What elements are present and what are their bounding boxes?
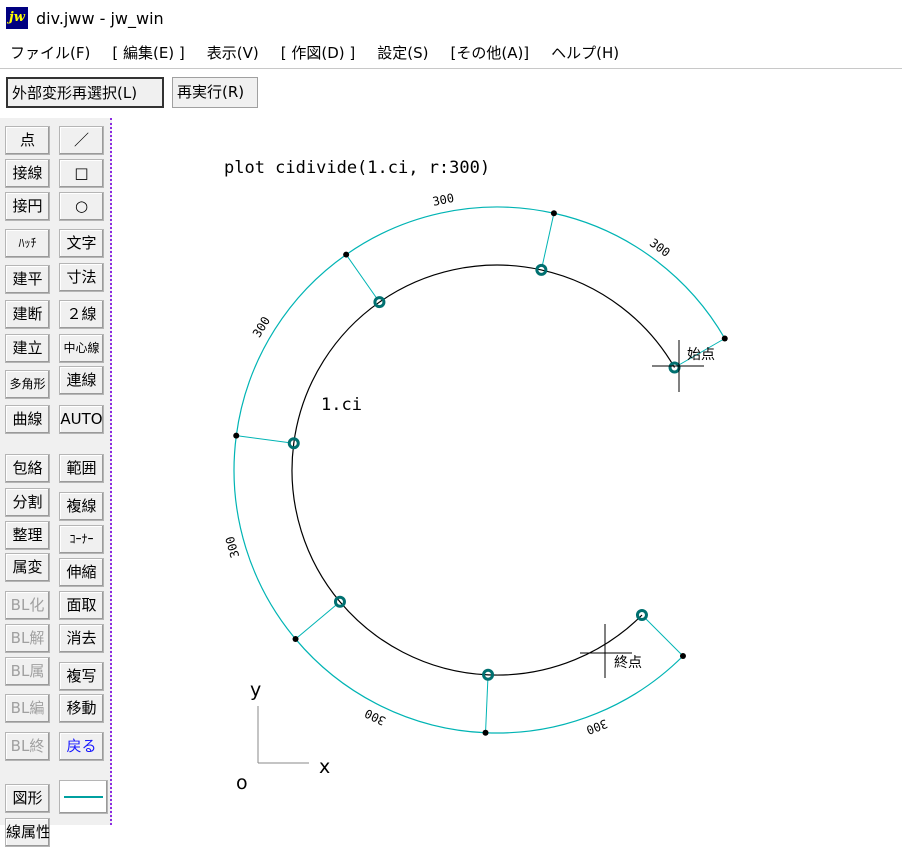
circle-label: 1.ci — [321, 395, 362, 415]
tool-connect-lines[interactable]: 連線 — [59, 366, 104, 395]
dimension-ticks — [233, 210, 728, 736]
tool-plan[interactable]: 建平 — [5, 265, 50, 294]
window-title: div.jww - jw_win — [36, 8, 164, 28]
tool-tangent-circle[interactable]: 接円 — [5, 192, 50, 221]
segment-dimension-label: 300 — [584, 716, 609, 737]
tool-erase[interactable]: 消去 — [59, 624, 104, 653]
tool-section[interactable]: 建断 — [5, 300, 50, 329]
menu-settings[interactable]: 設定(S) — [366, 42, 439, 63]
segment-dimension-label: 300 — [223, 535, 243, 560]
command-text: plot cidivide(1.ci, r:300) — [224, 158, 490, 178]
tool-block-edit[interactable]: BL編 — [5, 694, 50, 723]
segment-dimension-label: 300 — [250, 314, 273, 340]
menu-view[interactable]: 表示(V) — [196, 42, 270, 63]
end-point-label: 終点 — [614, 655, 642, 671]
tool-divide[interactable]: 分割 — [5, 488, 50, 517]
outer-dimension-arc[interactable] — [233, 206, 726, 734]
tool-corner[interactable]: ｺｰﾅｰ — [59, 525, 104, 554]
menu-file[interactable]: ファイル(F) — [0, 42, 101, 63]
tool-curve[interactable]: 曲線 — [5, 405, 50, 434]
division-point-marker[interactable] — [635, 608, 648, 621]
title-bar: jw div.jww - jw_win — [0, 0, 902, 36]
dimension-end-dot — [233, 432, 240, 439]
tool-envelope[interactable]: 包絡 — [5, 454, 50, 483]
tool-block-attribute[interactable]: BL属 — [5, 657, 50, 686]
division-markers — [287, 263, 681, 681]
tool-polygon[interactable]: 多角形 — [5, 370, 50, 399]
axis-indicator — [257, 706, 309, 764]
tool-stretch[interactable]: 伸縮 — [59, 558, 104, 587]
dimension-end-dot — [343, 251, 350, 258]
tool-elevation[interactable]: 建立 — [5, 334, 50, 363]
dimension-end-dot — [721, 335, 728, 342]
menu-other[interactable]: [その他(A)] — [439, 42, 540, 63]
tool-range[interactable]: 範囲 — [59, 454, 104, 483]
dimension-end-dot — [550, 210, 557, 217]
tool-text[interactable]: 文字 — [59, 229, 104, 258]
axis-y-label: y — [250, 679, 261, 701]
start-point-label: 始点 — [687, 347, 715, 363]
dimension-extension-line — [485, 679, 489, 733]
tool-undo[interactable]: 戻る — [59, 732, 104, 761]
tool-block-end[interactable]: BL終 — [5, 732, 50, 761]
dimension-extension-line — [345, 254, 377, 299]
tool-block-explode[interactable]: BL解 — [5, 624, 50, 653]
menu-help[interactable]: ヘルプ(H) — [540, 42, 630, 63]
tool-line[interactable]: ／ — [59, 126, 104, 155]
drawing-svg[interactable]: plot cidivide(1.ci, r:300) 300 300 300 300 3… — [114, 118, 902, 825]
tool-point[interactable]: 点 — [5, 126, 50, 155]
tool-line-attribute[interactable]: 線属性 — [5, 818, 50, 847]
segment-dimension-label: 300 — [431, 191, 455, 209]
dimension-extension-line — [236, 435, 289, 444]
dimension-end-dot — [482, 729, 489, 736]
origin-label: o — [236, 772, 248, 794]
dimension-extension-line — [645, 618, 684, 657]
tool-move[interactable]: 移動 — [59, 694, 104, 723]
dimension-end-dot — [292, 636, 299, 643]
axis-x-label: x — [319, 756, 330, 778]
tool-palette: 点 ／ 接線 □ 接円 ○ ﾊｯﾁ 文字 建平 寸法 建断 ２線 建立 中心線 … — [0, 118, 112, 847]
tool-tangent-line[interactable]: 接線 — [5, 159, 50, 188]
tool-auto[interactable]: AUTO — [59, 405, 104, 434]
tool-hatch[interactable]: ﾊｯﾁ — [5, 229, 50, 258]
dimension-extension-line — [541, 213, 555, 266]
tool-circle[interactable]: ○ — [59, 192, 104, 221]
dimension-end-dot — [679, 652, 686, 659]
tool-copy[interactable]: 複写 — [59, 662, 104, 691]
menu-bar: ファイル(F) [ 編集(E) ] 表示(V) [ 作図(D) ] 設定(S) … — [0, 38, 902, 66]
tool-offset[interactable]: 複線 — [59, 492, 104, 521]
tool-block-create[interactable]: BL化 — [5, 591, 50, 620]
tool-center-line[interactable]: 中心線 — [59, 334, 104, 363]
dimension-extension-line — [295, 604, 337, 640]
tool-change-attribute[interactable]: 属変 — [5, 553, 50, 582]
line-style-sample — [64, 796, 103, 798]
tool-organize[interactable]: 整理 — [5, 521, 50, 550]
inner-arc[interactable] — [291, 264, 676, 676]
rerun-button[interactable]: 再実行(R) — [172, 77, 258, 108]
tool-dimension[interactable]: 寸法 — [59, 263, 104, 292]
menu-edit[interactable]: [ 編集(E) ] — [101, 42, 195, 63]
menu-draw[interactable]: [ 作図(D) ] — [270, 42, 367, 63]
division-point-marker[interactable] — [668, 361, 681, 374]
tool-chamfer[interactable]: 面取 — [59, 591, 104, 620]
segment-dimension-label: 300 — [362, 706, 388, 728]
control-bar: 外部変形再選択(L) 再実行(R) — [0, 68, 902, 118]
drawing-canvas[interactable]: plot cidivide(1.ci, r:300) 300 300 300 300 3… — [114, 118, 902, 825]
jw-app-icon: jw — [6, 7, 28, 29]
external-transform-reselect-button[interactable]: 外部変形再選択(L) — [6, 77, 164, 108]
tool-shape[interactable]: 図形 — [5, 784, 50, 813]
line-attribute-button[interactable] — [59, 780, 108, 814]
tool-double-line[interactable]: ２線 — [59, 300, 104, 329]
tool-rectangle[interactable]: □ — [59, 159, 104, 188]
